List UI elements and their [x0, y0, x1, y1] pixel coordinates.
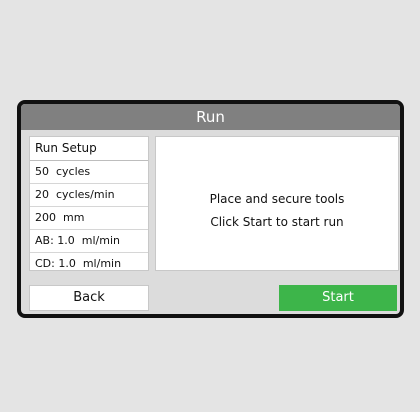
title-bar: Run: [21, 104, 400, 130]
setup-flow-ab: AB: 1.0 ml/min: [30, 230, 148, 253]
instruction-line-secure-tools: Place and secure tools: [209, 192, 345, 206]
instruction-line-click-start: Click Start to start run: [210, 215, 344, 229]
setup-flow-cd: CD: 1.0 ml/min: [35, 257, 122, 270]
setup-cycle-rate: 20 cycles/min: [30, 184, 148, 207]
run-setup-panel: Run Setup 50 cycles 20 cycles/min 200 mm…: [29, 136, 149, 271]
run-screen: Run Run Setup 50 cycles 20 cycles/min 20…: [17, 100, 404, 318]
window-title: Run: [196, 108, 225, 126]
start-button[interactable]: Start: [279, 285, 397, 311]
setup-distance: 200 mm: [30, 207, 148, 230]
back-button[interactable]: Back: [29, 285, 149, 311]
run-setup-header: Run Setup: [30, 137, 148, 161]
instruction-panel: Place and secure tools Click Start to st…: [155, 136, 399, 271]
setup-cycles: 50 cycles: [30, 161, 148, 184]
